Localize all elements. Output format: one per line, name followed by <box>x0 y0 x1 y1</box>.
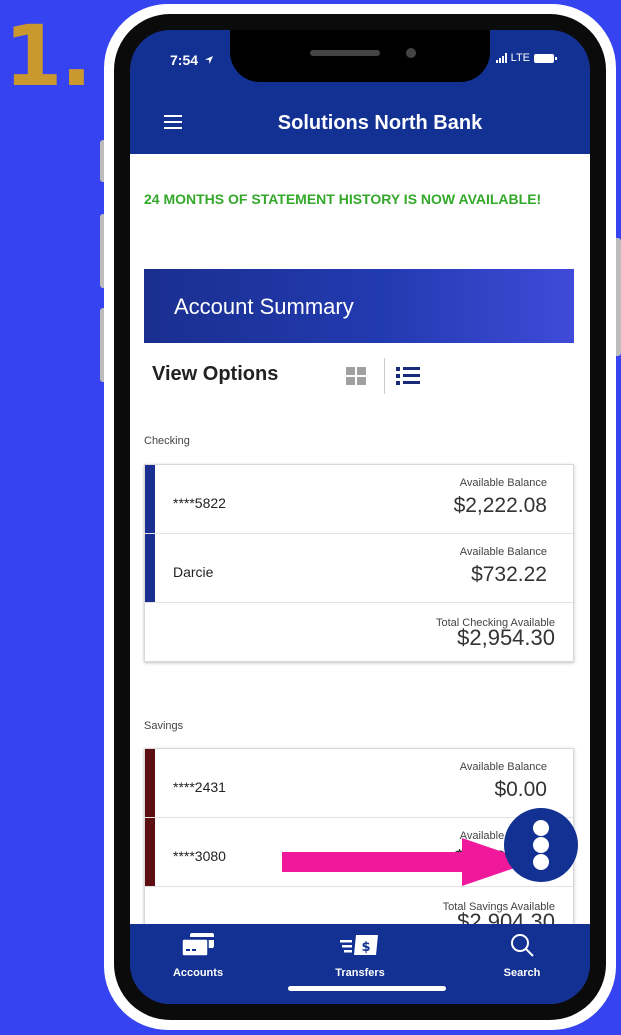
account-summary-title: Account Summary <box>174 294 354 319</box>
battery-icon <box>534 53 557 63</box>
svg-text:$: $ <box>361 940 370 955</box>
transfers-dollar-icon: $ <box>340 935 378 955</box>
account-name: Darcie <box>173 564 214 580</box>
tab-search-label: Search <box>503 967 541 979</box>
account-summary-banner: Account Summary <box>144 269 574 343</box>
savings-section-label: Savings <box>144 720 184 732</box>
total-checking-value: $2,954.30 <box>457 625 555 650</box>
phone-notch <box>230 30 490 82</box>
location-arrow-icon <box>204 56 213 64</box>
total-savings-value: $2,904.30 <box>457 909 555 924</box>
speaker-grille <box>310 50 380 56</box>
balance-label: Available Balance <box>459 546 547 558</box>
grid-view-icon[interactable] <box>346 367 366 385</box>
step-number: 1. <box>4 7 92 105</box>
view-options-label: View Options <box>152 363 279 385</box>
account-name: ****2431 <box>173 779 226 795</box>
balance-value: $0.00 <box>494 778 547 801</box>
signal-bars-icon <box>495 53 507 63</box>
balance-label: Available Balance <box>459 477 547 489</box>
statement-announcement: 24 MONTHS OF STATEMENT HISTORY IS NOW AV… <box>144 191 542 207</box>
checking-total-row: Total Checking Available $2,954.30 <box>145 603 573 661</box>
account-name: ****3080 <box>173 848 226 864</box>
account-name: ****5822 <box>173 495 226 511</box>
account-row[interactable]: ****2431 Available Balance $0.00 <box>145 749 573 818</box>
balance-value: $732.22 <box>471 563 547 586</box>
view-divider <box>384 358 385 394</box>
tab-accounts-label: Accounts <box>172 967 224 979</box>
status-time-text: 7:54 <box>170 52 199 68</box>
account-row[interactable]: ****5822 Available Balance $2,222.08 <box>145 465 573 534</box>
tab-transfers-label: Transfers <box>335 967 385 979</box>
home-indicator <box>288 986 446 991</box>
list-view-icon[interactable] <box>396 366 420 386</box>
status-icons: LTE <box>495 52 557 64</box>
account-accent <box>145 465 155 533</box>
search-icon <box>511 934 534 957</box>
account-row[interactable]: Darcie Available Balance $732.22 <box>145 534 573 603</box>
front-camera <box>406 48 416 58</box>
account-accent <box>145 749 155 817</box>
status-time: 7:54 <box>170 52 214 68</box>
app-title: Solutions North Bank <box>277 112 483 134</box>
more-options-button[interactable] <box>504 808 578 882</box>
accounts-card-icon <box>181 933 214 957</box>
checking-section-label: Checking <box>144 435 190 447</box>
account-accent <box>145 534 155 602</box>
tab-accounts[interactable]: Accounts <box>148 932 248 979</box>
main-content[interactable]: 24 MONTHS OF STATEMENT HISTORY IS NOW AV… <box>130 154 590 924</box>
annotation-arrow <box>282 838 532 886</box>
balance-label: Available Balance <box>459 761 547 773</box>
network-label: LTE <box>510 52 530 64</box>
tab-transfers[interactable]: $ Transfers <box>310 932 410 979</box>
tab-search[interactable]: Search <box>472 932 572 979</box>
checking-accounts-card: ****5822 Available Balance $2,222.08 Dar… <box>144 464 574 662</box>
account-accent <box>145 818 155 886</box>
bottom-tab-bar: Accounts $ Transfers Search <box>130 924 590 1004</box>
app-header: Solutions North Bank <box>130 94 590 154</box>
balance-value: $2,222.08 <box>453 494 547 517</box>
